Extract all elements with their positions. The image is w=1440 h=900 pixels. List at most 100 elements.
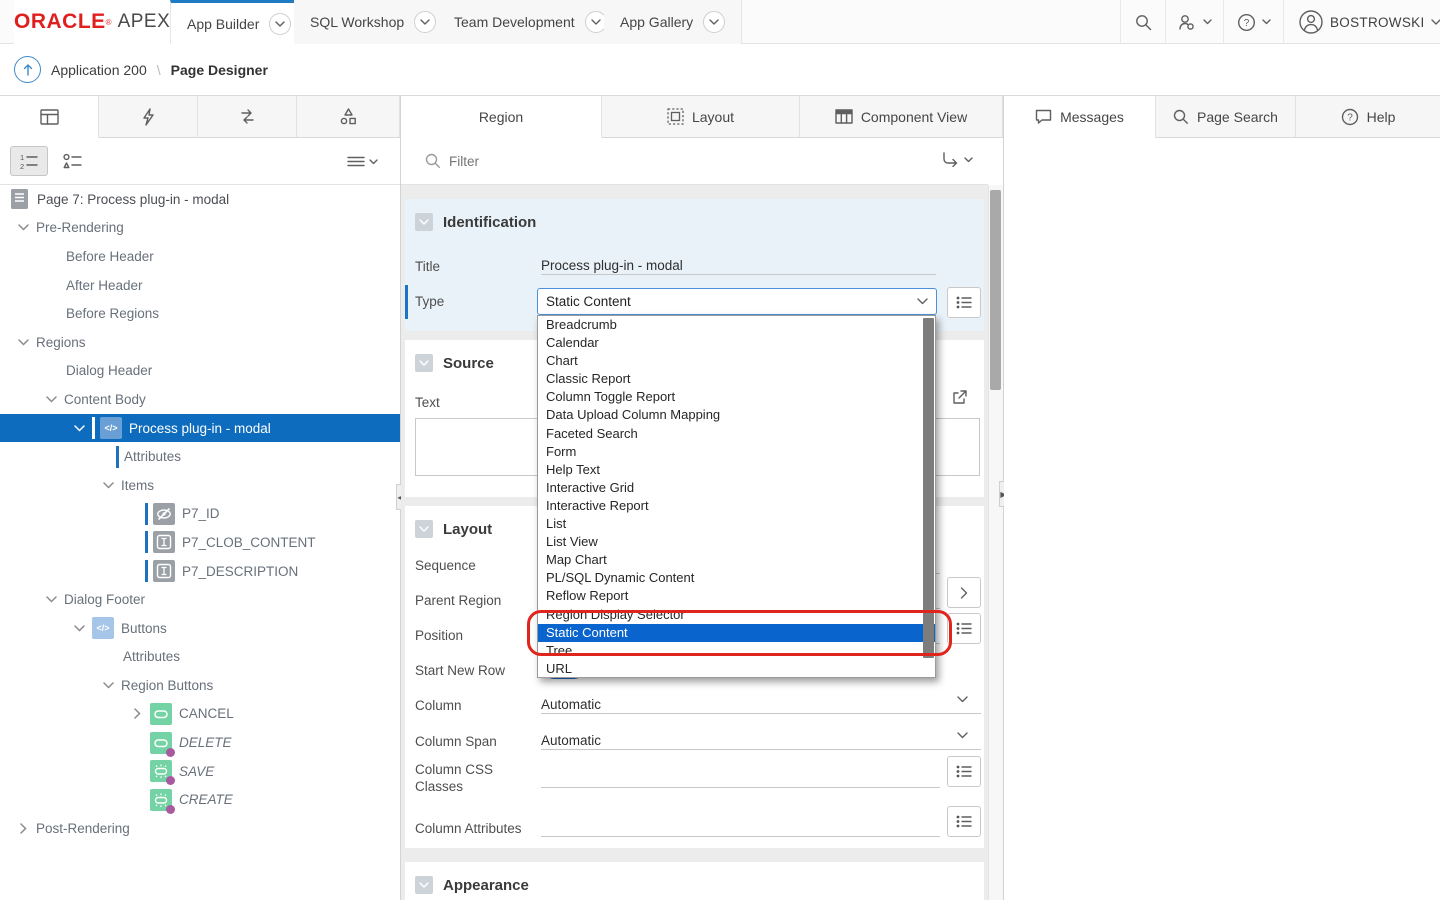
left-tab-processing[interactable] [198,96,297,138]
parent-region-picker-button[interactable] [947,577,981,608]
dropdown-option-pl-sql-dynamic-content[interactable]: PL/SQL Dynamic Content [538,569,935,587]
chevron-down-icon[interactable] [414,11,436,33]
chevron-down-icon[interactable] [44,593,58,607]
dropdown-option-calendar[interactable]: Calendar [538,334,935,352]
chevron-down-icon[interactable] [44,392,58,406]
left-tab-shared-components[interactable] [297,96,400,138]
tree-item-after-header[interactable]: After Header [0,271,400,300]
left-tab-dynamic-actions[interactable] [99,96,198,138]
help-menu-button[interactable]: ? [1223,0,1283,44]
tree-item-before-header[interactable]: Before Header [0,242,400,271]
center-tab-region[interactable]: Region [401,96,602,138]
dropdown-option-chart[interactable]: Chart [538,352,935,370]
chevron-right-icon[interactable] [130,707,144,721]
user-menu-button[interactable]: BOSTROWSKI [1283,0,1440,44]
dropdown-option-interactive-report[interactable]: Interactive Report [538,497,935,515]
tree-item-attributes[interactable]: Attributes [0,643,400,672]
tree-item-buttons[interactable]: </>Buttons [0,614,400,643]
type-quickpick-button[interactable] [947,287,981,318]
dropdown-option-column-toggle-report[interactable]: Column Toggle Report [538,388,935,406]
dropdown-option-static-content[interactable]: Static Content [538,624,935,642]
tree-item-post-rendering[interactable]: Post-Rendering [0,814,400,843]
nav-tab-app-gallery[interactable]: App Gallery [604,0,742,44]
chevron-down-icon[interactable] [957,696,968,703]
dropdown-option-tree[interactable]: Tree [538,642,935,660]
collapse-icon[interactable] [415,520,433,538]
chevron-down-icon[interactable] [703,11,725,33]
column-attributes-quickpick-button[interactable] [947,806,981,837]
component-view-list-button[interactable] [54,146,92,176]
dropdown-option-breadcrumb[interactable]: Breadcrumb [538,316,935,334]
left-tab-rendering[interactable] [0,96,99,138]
tree-item-items[interactable]: Items [0,471,400,500]
tree-item-process-plug-in-modal[interactable]: </>Process plug-in - modal [0,414,400,443]
chevron-down-icon[interactable] [16,221,30,235]
tree-item-p7-description[interactable]: P7_DESCRIPTION [0,557,400,586]
dropdown-option-url[interactable]: URL [538,660,935,678]
chevron-right-icon[interactable] [16,821,30,835]
tree-item-regions[interactable]: Regions [0,328,400,357]
up-level-icon[interactable] [14,56,41,83]
breadcrumb-application[interactable]: Application 200 [51,62,147,78]
column-css-input[interactable] [541,764,940,788]
tree-menu-button[interactable] [338,146,386,178]
jump-menu-button[interactable] [941,152,973,167]
property-editor-scrollbar-thumb[interactable] [990,190,1001,390]
tree-item-create[interactable]: CREATE [0,785,400,814]
dropdown-option-map-chart[interactable]: Map Chart [538,551,935,569]
dropdown-option-list-view[interactable]: List View [538,533,935,551]
chevron-down-icon[interactable] [16,335,30,349]
tree-item-dialog-header[interactable]: Dialog Header [0,357,400,386]
dropdown-option-faceted-search[interactable]: Faceted Search [538,425,935,443]
type-select[interactable]: Static Content [537,288,937,315]
open-editor-icon[interactable] [951,388,969,406]
dropdown-option-interactive-grid[interactable]: Interactive Grid [538,479,935,497]
chevron-down-icon[interactable] [269,13,291,35]
tree-item-pre-rendering[interactable]: Pre-Rendering [0,214,400,243]
chevron-down-icon[interactable] [72,421,86,435]
nav-tab-team-development[interactable]: Team Development [438,0,624,44]
global-search-button[interactable] [1120,0,1165,44]
collapse-icon[interactable] [415,354,433,372]
center-tab-component-view[interactable]: Component View [800,96,1003,138]
tree-item-delete[interactable]: DELETE [0,728,400,757]
ordered-list-view-button[interactable]: 12 [10,146,48,176]
column-css-quickpick-button[interactable] [947,756,981,787]
position-quickpick-button[interactable] [947,613,981,644]
tree-item-attributes[interactable]: Attributes [0,442,400,471]
collapse-icon[interactable] [415,876,433,894]
right-tab-page-search[interactable]: Page Search [1156,96,1296,138]
dropdown-option-classic-report[interactable]: Classic Report [538,370,935,388]
dropdown-scrollbar[interactable] [923,318,934,658]
tree-item-content-body[interactable]: Content Body [0,385,400,414]
dropdown-option-data-upload-column-mapping[interactable]: Data Upload Column Mapping [538,406,935,424]
button-hot-icon [150,789,172,811]
nav-tab-sql-workshop[interactable]: SQL Workshop [294,0,453,44]
administration-menu-button[interactable] [1165,0,1223,44]
dropdown-option-reflow-report[interactable]: Reflow Report [538,587,935,605]
tree-item-page-7-process-plug-in-modal[interactable]: Page 7: Process plug-in - modal [0,185,400,214]
dropdown-option-form[interactable]: Form [538,443,935,461]
chevron-down-icon[interactable] [957,732,968,739]
center-tab-layout[interactable]: Layout [602,96,800,138]
tree-item-p7-clob-content[interactable]: P7_CLOB_CONTENT [0,528,400,557]
nav-tab-app-builder[interactable]: App Builder [170,0,308,44]
chevron-down-icon[interactable] [101,678,115,692]
dropdown-option-region-display-selector[interactable]: Region Display Selector [538,606,935,624]
column-attributes-input[interactable] [541,813,940,837]
tree-item-before-regions[interactable]: Before Regions [0,299,400,328]
chevron-down-icon[interactable] [72,621,86,635]
tree-item-p7-id[interactable]: P7_ID [0,500,400,529]
dropdown-option-help-text[interactable]: Help Text [538,461,935,479]
collapse-icon[interactable] [415,213,433,231]
dropdown-option-list[interactable]: List [538,515,935,533]
filter-input[interactable] [449,148,829,174]
oracle-apex-logo[interactable]: ORACLE ® APEX [14,0,180,44]
tree-item-dialog-footer[interactable]: Dialog Footer [0,585,400,614]
tree-item-cancel[interactable]: CANCEL [0,700,400,729]
chevron-down-icon[interactable] [101,478,115,492]
tree-item-region-buttons[interactable]: Region Buttons [0,671,400,700]
tree-item-save[interactable]: SAVE [0,757,400,786]
right-tab-messages[interactable]: Messages [1004,96,1156,138]
right-tab-help[interactable]: ? Help [1296,96,1440,138]
